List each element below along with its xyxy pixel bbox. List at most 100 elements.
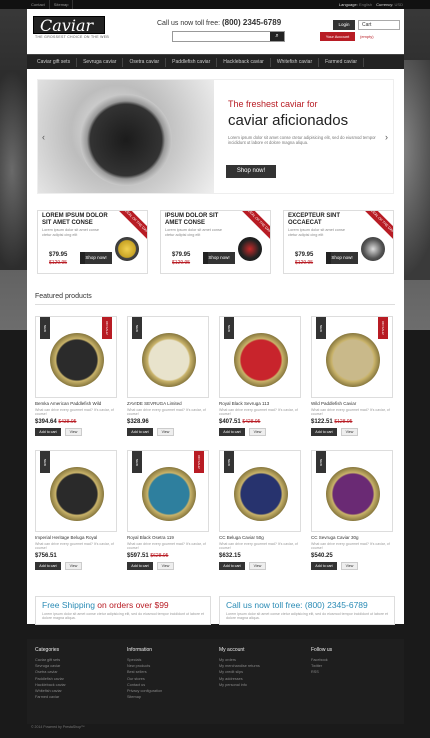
product-name[interactable]: Royal Black Osetra 119 [127,535,211,540]
search-button[interactable]: ⌕ [270,32,284,41]
add-to-cart-button[interactable]: Add to cart [219,428,245,436]
new-badge: NEW [132,451,142,473]
view-button[interactable]: View [341,562,358,570]
deal-old-price: $129.95 [49,260,68,266]
product-price: $394.64 $438.95 [35,419,77,425]
deal-shop-button[interactable]: Shop now! [203,252,235,264]
new-badge: NEW [40,317,50,339]
call-us: Call us now toll free: (800) 2345-6789 [157,18,282,27]
product-name[interactable]: Bemka American Paddlefish Wild [35,401,119,406]
deal-title: EXCEPTEUR SINT OCCAECAT [288,213,341,226]
view-button[interactable]: View [249,428,266,436]
my-account-button[interactable]: Your Account [320,32,355,41]
hero-slider: ‹ › The freshest caviar for caviar afici… [37,79,394,194]
add-to-cart-button[interactable]: Add to cart [35,562,61,570]
deal-price: $79.95 [295,252,314,258]
view-button[interactable]: View [249,562,266,570]
product-price: $597.51 $628.95 [127,553,169,559]
slider-text: Lorem ipsum dolor sit amet conse ctetur … [228,135,376,145]
view-button[interactable]: View [341,428,358,436]
cart-button[interactable]: Cart [358,20,400,30]
deal-box[interactable]: EXCEPTEUR SINT OCCAECAT Lorem ipsum dolo… [283,210,394,274]
footer-heading: Follow us [311,647,333,653]
nav-item-gift-sets[interactable]: Caviar gift sets [31,57,78,67]
product-tin [326,467,380,521]
footer-link[interactable]: Farmed caviar [35,694,66,700]
deal-shop-button[interactable]: Shop now! [80,252,112,264]
footer-heading: Categories [35,647,60,653]
product-image[interactable]: NEW ON SALE! [311,316,393,398]
product-price: $407.51 $428.95 [219,419,261,425]
deal-image [238,237,262,261]
slider-title: The freshest caviar for [228,99,318,109]
product-image[interactable]: NEW [311,450,393,532]
deal-shop-button[interactable]: Shop now! [326,252,358,264]
product-name[interactable]: Imperial Heritage Beluga Royal [35,535,119,540]
logo-text: Caviar [40,16,94,35]
product-old-price: $438.95 [58,419,77,425]
view-button[interactable]: View [65,562,82,570]
sitemap-link[interactable]: Sitemap [50,0,74,9]
footer-column: My account My orders My merchandise return… [219,647,260,688]
nav-item-farmed[interactable]: Farmed caviar [319,57,365,67]
new-badge: NEW [224,317,234,339]
nav-item-sevruga[interactable]: Sevruga caviar [77,57,124,67]
product-image[interactable]: NEW [219,316,301,398]
add-to-cart-button[interactable]: Add to cart [219,562,245,570]
footer-link[interactable]: Paddlefish caviar [35,676,66,682]
nav-item-whitefish[interactable]: Whitefish caviar [271,57,320,67]
add-to-cart-button[interactable]: Add to cart [127,562,153,570]
product-image[interactable]: NEW [219,450,301,532]
deal-box[interactable]: IPSUM DOLOR SIT AMET CONSE Lorem ipsum d… [160,210,271,274]
product-old-price: $428.95 [242,419,261,425]
product-desc: What can drive every gourmet mad? It's c… [35,408,114,416]
slider-subtitle: caviar aficionados [228,112,349,129]
add-to-cart-button[interactable]: Add to cart [311,562,337,570]
slider-next-icon[interactable]: › [385,132,388,142]
add-to-cart-button[interactable]: Add to cart [127,428,153,436]
product-price: $632.15 [219,553,241,559]
product-name[interactable]: CC Sevruga Caviar 30g [311,535,395,540]
product-name[interactable]: Royal Black Sevruga 113 [219,401,303,406]
view-button[interactable]: View [65,428,82,436]
add-to-cart-button[interactable]: Add to cart [311,428,337,436]
product-tin [234,333,288,387]
nav-item-osetra[interactable]: Osetra caviar [123,57,167,67]
add-to-cart-button[interactable]: Add to cart [35,428,61,436]
view-button[interactable]: View [157,428,174,436]
contact-link[interactable]: Contact [27,0,50,9]
deal-box[interactable]: LOREM IPSUM DOLOR SIT AMET CONSE Lorem i… [37,210,148,274]
view-button[interactable]: View [157,562,174,570]
footer-link[interactable]: My personal info [219,682,260,688]
deal-old-price: $129.95 [295,260,314,266]
product-name[interactable]: Wild Paddlefish Caviar [311,401,395,406]
slider-prev-icon[interactable]: ‹ [42,132,45,142]
product-image[interactable]: NEW [127,316,209,398]
product-name[interactable]: CC Beluga Caviar 50g [219,535,303,540]
footer-column: Categories Caviar gift sets Sevruga caviar… [35,647,66,700]
nav-item-paddlefish[interactable]: Paddlefish caviar [166,57,218,67]
product-image[interactable]: NEW [35,450,117,532]
new-badge: NEW [224,451,234,473]
footer: Categories Caviar gift sets Sevruga caviar… [27,639,404,729]
product-name[interactable]: ZAVIDE SEVRUGA Limited [127,401,211,406]
footer-column: Follow us Facebook Twitter RSS [311,647,332,676]
nav-item-hackleback[interactable]: Hackleback caviar [217,57,271,67]
main-content: ‹ › The freshest caviar for caviar afici… [27,69,404,625]
product-desc: What can drive every gourmet mad? It's c… [35,542,114,550]
sale-badge: ON SALE! [102,317,112,339]
product-desc: What can drive every gourmet mad? It's c… [219,542,298,550]
footer-link[interactable]: Sitemap [127,694,162,700]
product-image[interactable]: NEW ON SALE! [35,316,117,398]
new-badge: NEW [316,317,326,339]
deal-image [361,237,385,261]
deal-desc: Lorem ipsum dolor sit amet conse ctetur … [165,228,222,237]
login-button[interactable]: Login [333,20,355,30]
language-selector[interactable]: Language: English [339,0,372,9]
logo[interactable]: Caviar THE GROSSEST CHOICE ON THE WEB [33,16,109,42]
search-input[interactable]: ⌕ [172,31,285,42]
footer-link[interactable]: RSS [311,669,332,675]
product-image[interactable]: NEW ON SALE! [127,450,209,532]
slider-shop-button[interactable]: Shop now! [226,165,276,178]
currency-selector[interactable]: Currency: USD [376,0,403,9]
